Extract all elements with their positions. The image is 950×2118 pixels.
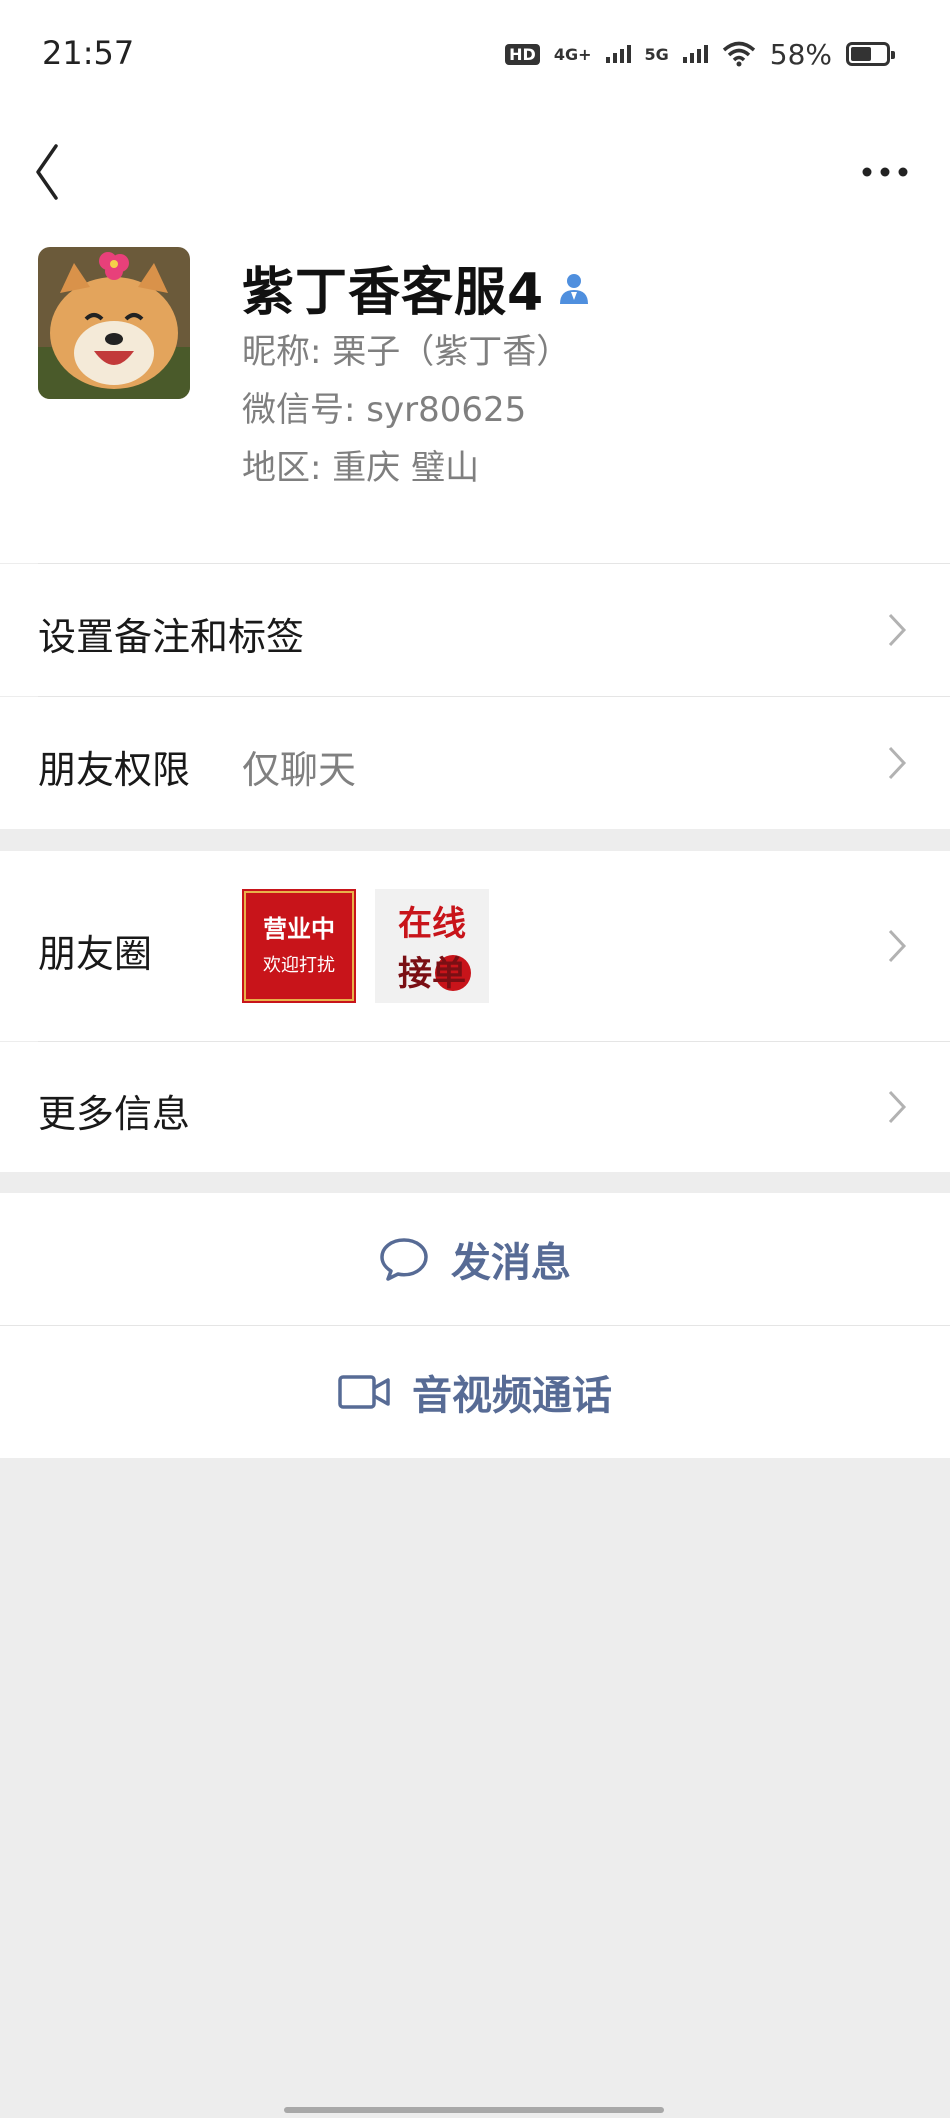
remark-tags-row[interactable]: 设置备注和标签 [0,564,950,696]
moments-thumbnail-open-for-business[interactable]: 营业中 欢迎打扰 [242,889,356,1003]
hd-badge: HD [505,43,540,65]
shiba-avatar-image [38,247,190,399]
status-time: 21:57 [42,34,135,72]
region-line: 地区: 重庆 璧山 [242,440,479,489]
chevron-right-icon [888,1090,907,1124]
signal-icon [682,45,708,63]
network-5g-label: 5G [644,44,669,64]
friend-permission-value: 仅聊天 [242,748,357,792]
chevron-right-icon [888,613,907,647]
wechat-id-label: 微信号: [242,390,356,430]
region-label: 地区: [242,448,322,488]
name-row: 紫丁香客服4 [242,250,592,325]
nickname-line: 昵称: 栗子（紫丁香） [242,324,570,373]
wechat-id-line: 微信号: syr80625 [242,382,526,431]
avatar[interactable] [38,247,190,399]
more-dots-icon [862,167,908,177]
send-message-label: 发消息 [451,1240,571,1286]
video-call-label: 音视频通话 [412,1373,612,1419]
thumb2-line2: 接单 [398,954,466,994]
region-value: 重庆 璧山 [332,448,480,488]
more-info-row[interactable]: 更多信息 [0,1042,950,1172]
wechat-id-value: syr80625 [366,390,527,430]
profile-header: 紫丁香客服4 昵称: 栗子（紫丁香） 微信号: syr80625 地区: 重庆 … [0,220,950,563]
chevron-left-icon [36,144,58,200]
video-camera-icon [338,1375,390,1409]
moments-thumbnail-online-orders[interactable]: 在线 接单 [375,889,489,1003]
status-icons: HD 4G+ 5G 58% [505,34,895,74]
status-bar: 21:57 HD 4G+ 5G 58% [0,0,950,110]
chevron-right-icon [888,929,907,963]
nickname-label: 昵称: [242,332,322,372]
signal-icon [605,45,631,63]
chevron-right-icon [888,746,907,780]
wifi-icon [722,41,755,67]
verified-user-icon [560,273,589,304]
nickname-value: 栗子（紫丁香） [332,332,571,372]
moments-label: 朋友圈 [38,932,153,976]
friend-permission-row[interactable]: 朋友权限 仅聊天 [0,697,950,829]
remark-tags-label: 设置备注和标签 [38,615,305,659]
battery-percentage: 58% [769,37,832,71]
thumb1-line2: 欢迎打扰 [263,955,335,976]
moments-row[interactable]: 朋友圈 营业中 欢迎打扰 在线 接单 [0,851,950,1041]
nav-bar [0,110,950,220]
display-name: 紫丁香客服4 [242,263,545,323]
network-4g-label: 4G+ [553,44,592,64]
back-button[interactable] [30,130,90,200]
home-indicator[interactable] [284,2107,664,2113]
thumb1-line1: 营业中 [263,915,335,943]
video-call-button[interactable]: 音视频通话 [0,1326,950,1458]
battery-icon [846,42,895,66]
chat-bubble-icon [380,1238,428,1281]
thumb2-line1: 在线 [398,904,466,944]
more-info-label: 更多信息 [38,1092,191,1136]
more-button[interactable] [850,130,920,200]
send-message-button[interactable]: 发消息 [0,1193,950,1325]
friend-permission-label: 朋友权限 [38,748,191,792]
